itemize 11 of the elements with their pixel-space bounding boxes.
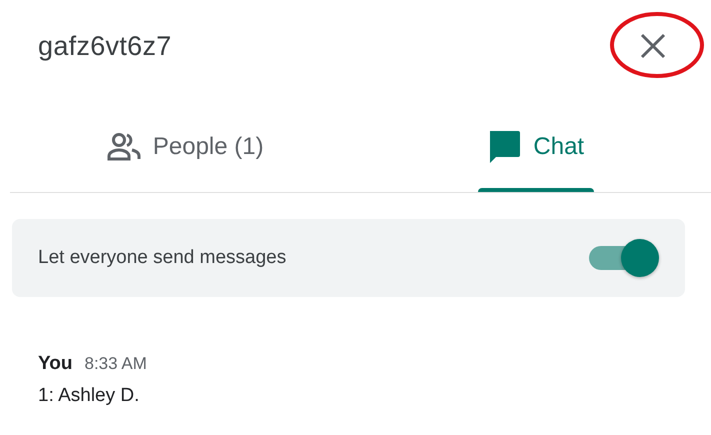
tab[interactable]: Chat (360, 116, 711, 192)
message-time: 8:33 AM (84, 354, 147, 374)
message-text: 1: Ashley D. (38, 385, 140, 407)
meeting-title: gafz6vt6z7 (38, 30, 172, 62)
close-icon (639, 32, 667, 60)
message-sender: You (38, 353, 72, 375)
setting-label: Let everyone send messages (38, 247, 286, 269)
chat-bubble-icon (487, 129, 522, 165)
toggle-switch[interactable] (589, 238, 661, 278)
tab[interactable]: People (1) (10, 116, 360, 192)
people-icon (106, 132, 141, 162)
